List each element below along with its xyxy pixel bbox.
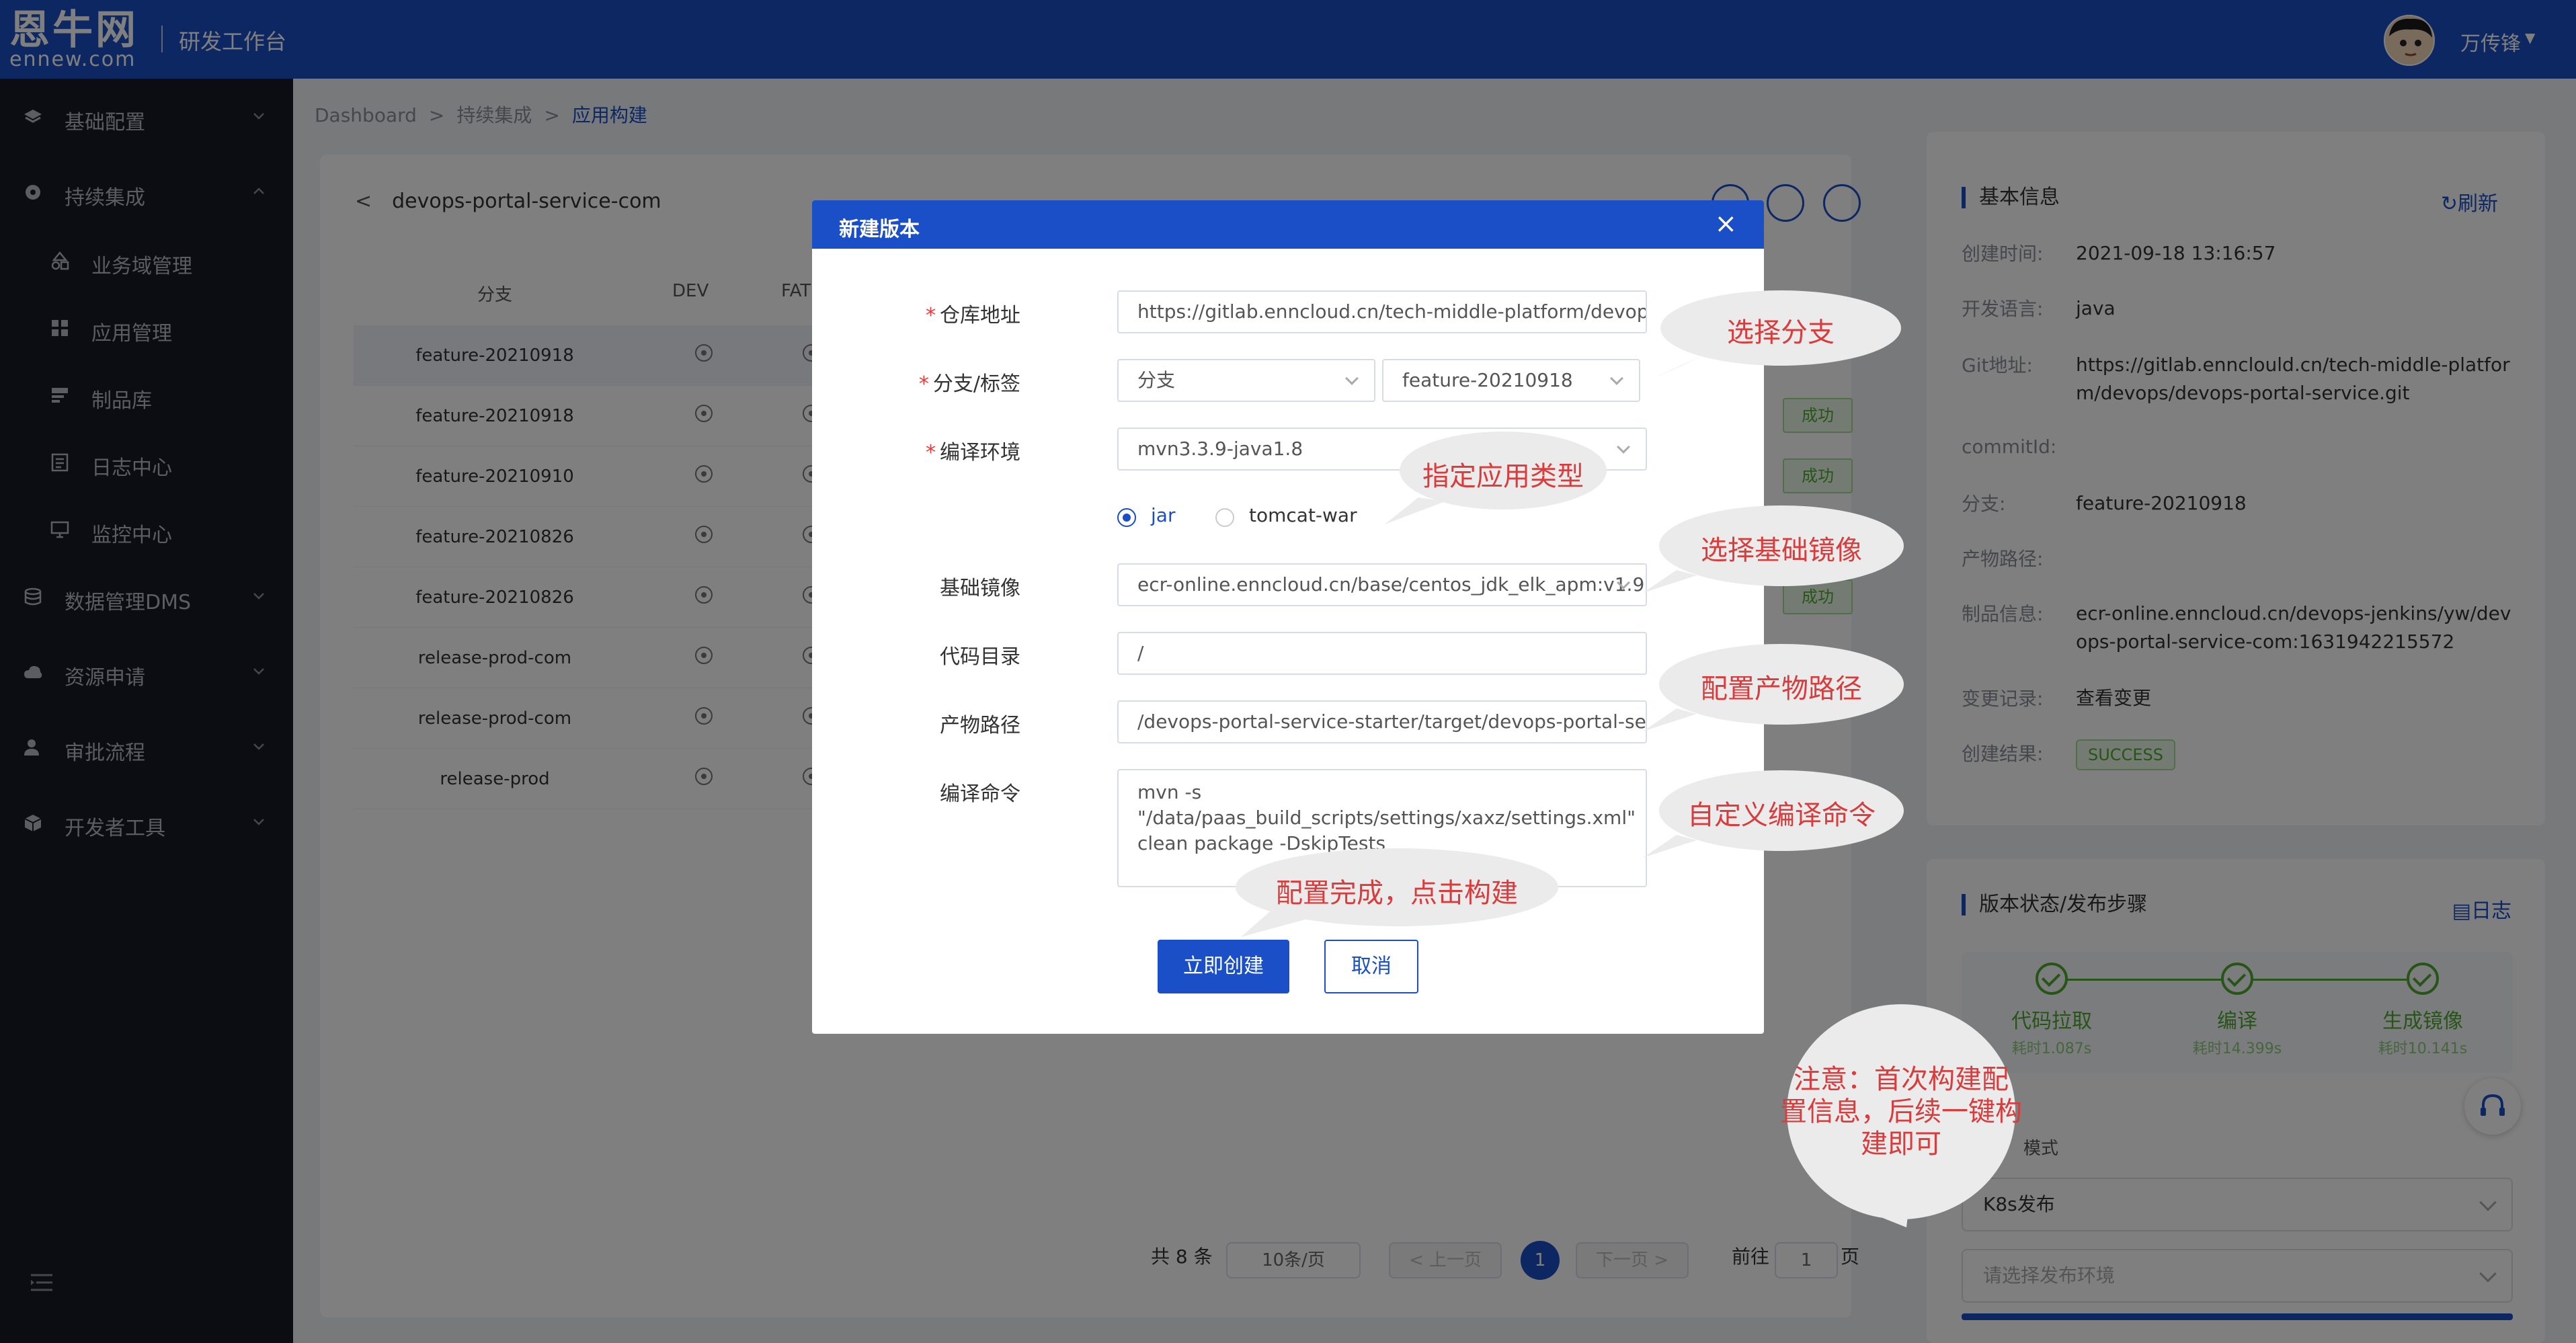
- callout-text: 配置完成，点击构建: [1276, 878, 1518, 909]
- callout-base-image: 选择基础镜像: [1643, 505, 1906, 593]
- callout-app-type: 指定应用类型: [1385, 432, 1608, 524]
- callout-text: 自定义编译命令: [1687, 800, 1876, 831]
- chevron-down-icon: [1617, 440, 1630, 454]
- callout-line: 注意：首次构建配: [1794, 1064, 2009, 1095]
- code-dir-input[interactable]: /: [1117, 632, 1647, 675]
- callout-text: 配置产物路径: [1701, 674, 1862, 704]
- repo-label: * 仓库地址: [926, 304, 1020, 327]
- dialog-title: 新建版本: [839, 218, 920, 241]
- branch-select[interactable]: feature-20210918: [1382, 359, 1640, 402]
- create-now-button[interactable]: 立即创建: [1158, 940, 1289, 993]
- callout-text: 选择基础镜像: [1701, 535, 1862, 566]
- artifact-path-label: 产物路径: [940, 714, 1020, 737]
- repo-url-input[interactable]: https://gitlab.enncloud.cn/tech-middle-p…: [1117, 290, 1647, 333]
- callout-line: 建即可: [1861, 1129, 1941, 1159]
- base-image-value: ecr-online.enncloud.cn/base/centos_jdk_e…: [1137, 573, 1645, 596]
- callout-artifact: 配置产物路径: [1643, 644, 1906, 731]
- branch-type-select[interactable]: 分支: [1117, 359, 1375, 402]
- branch-label: * 分支/标签: [918, 372, 1020, 396]
- chevron-down-icon: [1610, 372, 1623, 385]
- close-icon[interactable]: ×: [1714, 208, 1737, 239]
- code-dir-label: 代码目录: [940, 645, 1020, 669]
- callout-build-cmd: 自定义编译命令: [1643, 770, 1906, 858]
- callout-select-branch: 选择分支: [1648, 290, 1902, 382]
- build-env-value: mvn3.3.9-java1.8: [1137, 438, 1303, 460]
- cancel-button[interactable]: 取消: [1324, 940, 1418, 993]
- radio-label: tomcat-war: [1249, 504, 1357, 526]
- build-env-label: * 编译环境: [926, 441, 1020, 464]
- callout-text: 指定应用类型: [1422, 461, 1584, 492]
- build-cmd-label: 编译命令: [940, 782, 1020, 806]
- radio-icon: [1117, 508, 1136, 527]
- branch-value: feature-20210918: [1402, 369, 1573, 391]
- chevron-down-icon: [1345, 372, 1359, 385]
- dialog-header: 新建版本 ×: [812, 200, 1764, 249]
- branch-type-value: 分支: [1137, 369, 1176, 391]
- radio-icon: [1215, 508, 1234, 527]
- callout-done: 配置完成，点击构建: [1234, 848, 1560, 937]
- radio-label: jar: [1151, 504, 1176, 526]
- base-image-label: 基础镜像: [940, 577, 1020, 600]
- artifact-path-input[interactable]: /devops-portal-service-starter/target/de…: [1117, 700, 1647, 743]
- callout-text: 选择分支: [1727, 317, 1835, 348]
- callout-line: 置信息，后续一键构: [1780, 1096, 2022, 1127]
- callout-note: 注意：首次构建配 置信息，后续一键构 建即可: [1772, 1004, 2030, 1227]
- callout-text: 注意：首次构建配 置信息，后续一键构 建即可: [1772, 1063, 2030, 1160]
- base-image-select[interactable]: ecr-online.enncloud.cn/base/centos_jdk_e…: [1117, 563, 1647, 606]
